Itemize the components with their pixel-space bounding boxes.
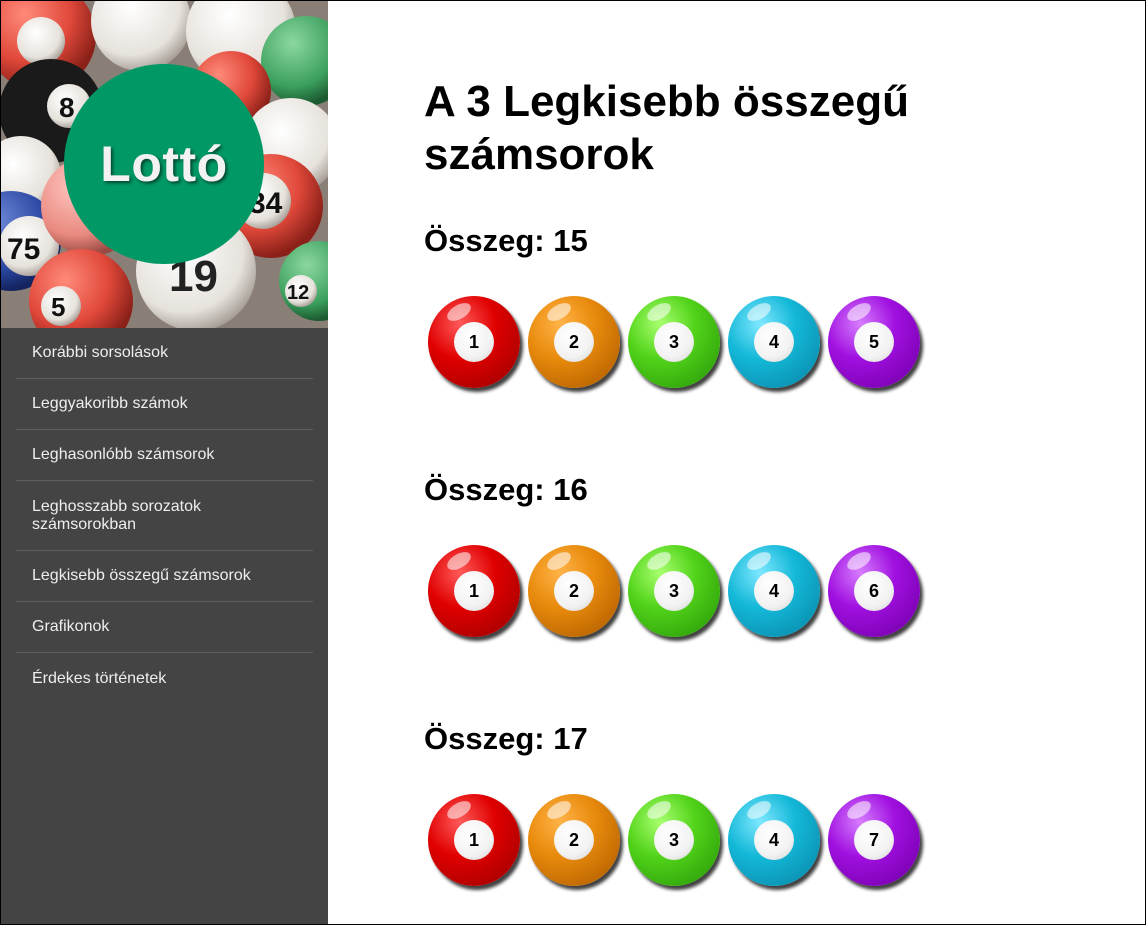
svg-text:12: 12 (287, 282, 309, 304)
ball-number: 1 (454, 571, 494, 611)
main-content: A 3 Legkisebb összegű számsorok Összeg: … (328, 1, 1145, 924)
lottery-ball[interactable]: 1 (428, 545, 520, 637)
sum-heading: Összeg: 16 (424, 472, 588, 507)
lottery-ball[interactable]: 4 (728, 545, 820, 637)
lottery-ball[interactable]: 5 (828, 296, 920, 388)
lottery-ball[interactable]: 2 (528, 296, 620, 388)
nav-item-charts[interactable]: Grafikonok (16, 602, 313, 653)
nav-item-most-similar-sequences[interactable]: Leghasonlóbb számsorok (16, 430, 313, 481)
lottery-ball[interactable]: 1 (428, 794, 520, 886)
svg-text:5: 5 (51, 292, 65, 322)
ball-number: 1 (454, 820, 494, 860)
ball-number: 2 (554, 820, 594, 860)
logo-badge[interactable]: Lottó (64, 64, 264, 264)
nav-item-smallest-sum-sequences[interactable]: Legkisebb összegű számsorok (16, 551, 313, 602)
ball-number: 4 (754, 322, 794, 362)
ball-number: 4 (754, 820, 794, 860)
ball-number: 1 (454, 322, 494, 362)
hero-image: 8 75 34 19 5 12 Lottó (1, 1, 328, 328)
ball-number: 6 (854, 571, 894, 611)
page: 8 75 34 19 5 12 Lottó Korábbi sorsolások… (0, 0, 1146, 925)
lottery-ball[interactable]: 4 (728, 296, 820, 388)
lottery-ball[interactable]: 4 (728, 794, 820, 886)
lottery-ball[interactable]: 3 (628, 545, 720, 637)
sidebar: 8 75 34 19 5 12 Lottó Korábbi sorsolások… (1, 1, 328, 924)
lottery-ball[interactable]: 3 (628, 794, 720, 886)
ball-number: 2 (554, 322, 594, 362)
svg-text:8: 8 (59, 92, 75, 123)
ball-row: 1 2 3 4 7 (428, 794, 920, 886)
lottery-ball[interactable]: 6 (828, 545, 920, 637)
sidebar-nav: Korábbi sorsolások Leggyakoribb számok L… (1, 328, 328, 704)
lottery-ball[interactable]: 2 (528, 794, 620, 886)
nav-item-most-frequent-numbers[interactable]: Leggyakoribb számok (16, 379, 313, 430)
ball-row: 1 2 3 4 6 (428, 545, 920, 637)
lottery-ball[interactable]: 1 (428, 296, 520, 388)
ball-number: 3 (654, 571, 694, 611)
ball-number: 7 (854, 820, 894, 860)
logo-text: Lottó (100, 136, 228, 192)
lottery-ball[interactable]: 3 (628, 296, 720, 388)
nav-item-longest-runs[interactable]: Leghosszabb sorozatok számsorokban (16, 481, 313, 551)
ball-number: 5 (854, 322, 894, 362)
ball-number: 3 (654, 322, 694, 362)
lottery-ball[interactable]: 2 (528, 545, 620, 637)
ball-number: 2 (554, 571, 594, 611)
ball-number: 3 (654, 820, 694, 860)
lottery-ball[interactable]: 7 (828, 794, 920, 886)
sum-heading: Összeg: 17 (424, 721, 588, 756)
sum-heading: Összeg: 15 (424, 223, 588, 258)
svg-text:75: 75 (7, 233, 40, 266)
ball-number: 4 (754, 571, 794, 611)
ball-row: 1 2 3 4 5 (428, 296, 920, 388)
nav-item-previous-draws[interactable]: Korábbi sorsolások (16, 328, 313, 379)
page-title: A 3 Legkisebb összegű számsorok (424, 77, 909, 179)
nav-item-interesting-stories[interactable]: Érdekes történetek (16, 653, 313, 704)
